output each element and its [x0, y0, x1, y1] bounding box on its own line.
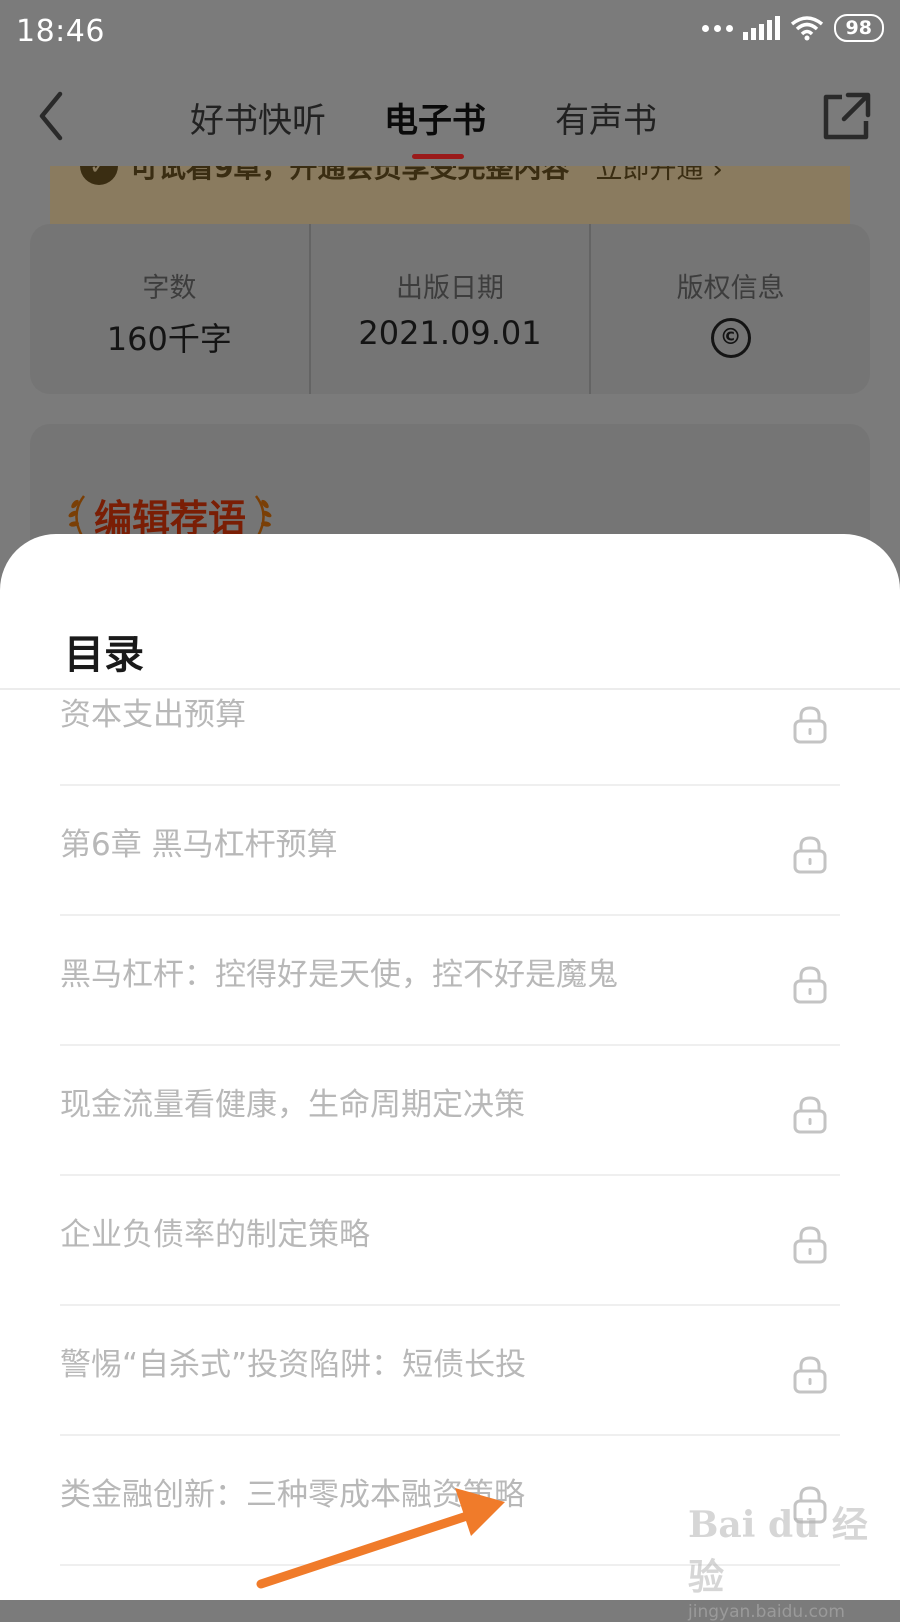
lock-icon — [793, 706, 827, 744]
watermark: Bai du 经验 jingyan.baidu.com — [688, 1496, 888, 1622]
word-count-value: 160千字 — [106, 320, 232, 358]
lock-icon — [793, 1096, 827, 1134]
book-info-card: 字数 160千字 出版日期 2021.09.01 版权信息 © — [30, 224, 870, 394]
vip-banner-text: 可试看9章，开通会员享受完整内容 — [130, 166, 570, 184]
laurel-left-icon — [68, 494, 86, 537]
laurel-right-icon — [255, 494, 272, 537]
catalog-bottom-sheet: 目录 资本支出预算 第6章 黑马杠杆预算 黑马杠杆：控得好是天使，控不好是魔鬼 … — [0, 534, 900, 1600]
chapter-title: 企业负债率的制定策略 — [60, 1217, 370, 1253]
tab-audio-summary[interactable]: 好书快听 — [190, 93, 326, 142]
battery-indicator: 98 — [833, 14, 884, 42]
chapter-row[interactable]: 资本支出预算 — [60, 690, 840, 786]
lock-icon — [793, 1356, 827, 1394]
vip-trial-banner[interactable]: ✓ 可试看9章，开通会员享受完整内容 立即开通 › — [50, 166, 850, 224]
chapter-row[interactable]: 警惕“自杀式”投资陷阱：短债长投 — [60, 1306, 840, 1436]
active-tab-indicator — [412, 154, 464, 159]
chapter-row[interactable]: 现金流量看健康，生命周期定决策 — [60, 1046, 840, 1176]
signal-icon — [742, 16, 780, 40]
watermark-url: jingyan.baidu.com — [688, 1602, 845, 1622]
more-dots-icon — [701, 24, 733, 32]
watermark-logo: Bai du 经验 — [688, 1504, 868, 1598]
chapter-title: 警惕“自杀式”投资陷阱：短债长投 — [60, 1347, 527, 1383]
status-bar: 18:46 98 — [0, 0, 900, 64]
annotation-arrow-icon — [256, 1488, 505, 1589]
chapter-title: 资本支出预算 — [60, 697, 246, 733]
lock-icon — [793, 836, 827, 874]
word-count-label: 字数 — [142, 273, 197, 304]
chapter-row[interactable]: 企业负债率的制定策略 — [60, 1176, 840, 1306]
catalog-title: 目录 — [64, 632, 144, 678]
check-icon: ✓ — [80, 166, 118, 185]
share-icon[interactable] — [818, 89, 874, 145]
copyright-label: 版权信息 — [676, 273, 785, 304]
publish-date-value: 2021.09.01 — [358, 314, 542, 352]
publish-date-label: 出版日期 — [396, 273, 504, 304]
wifi-icon — [790, 16, 823, 41]
chapter-title: 现金流量看健康，生命周期定决策 — [60, 1087, 525, 1123]
chapter-title: 黑马杠杆：控得好是天使，控不好是魔鬼 — [60, 957, 618, 993]
status-time: 18:46 — [16, 14, 105, 49]
chapter-row[interactable]: 黑马杠杆：控得好是天使，控不好是魔鬼 — [60, 916, 840, 1046]
lock-icon — [793, 966, 827, 1004]
status-icons: 98 — [701, 14, 884, 42]
chapter-title: 第6章 黑马杠杆预算 — [60, 827, 338, 863]
copyright-icon: © — [710, 318, 751, 358]
publish-date-cell: 出版日期 2021.09.01 — [308, 224, 590, 394]
top-nav-bar: 好书快听 电子书 有声书 — [0, 64, 900, 174]
chapter-row[interactable]: 第6章 黑马杠杆预算 — [60, 786, 840, 916]
tab-audiobook[interactable]: 有声书 — [555, 93, 657, 142]
tab-ebook[interactable]: 电子书 — [384, 93, 486, 142]
back-arrow-icon[interactable] — [24, 86, 84, 146]
lock-icon — [793, 1226, 827, 1264]
copyright-cell[interactable]: 版权信息 © — [589, 224, 870, 394]
vip-open-link[interactable]: 立即开通 › — [595, 166, 722, 186]
copyright-value: © — [591, 314, 870, 358]
word-count-cell: 字数 160千字 — [30, 224, 309, 394]
chapter-list: 资本支出预算 第6章 黑马杠杆预算 黑马杠杆：控得好是天使，控不好是魔鬼 现金流… — [60, 690, 840, 1566]
